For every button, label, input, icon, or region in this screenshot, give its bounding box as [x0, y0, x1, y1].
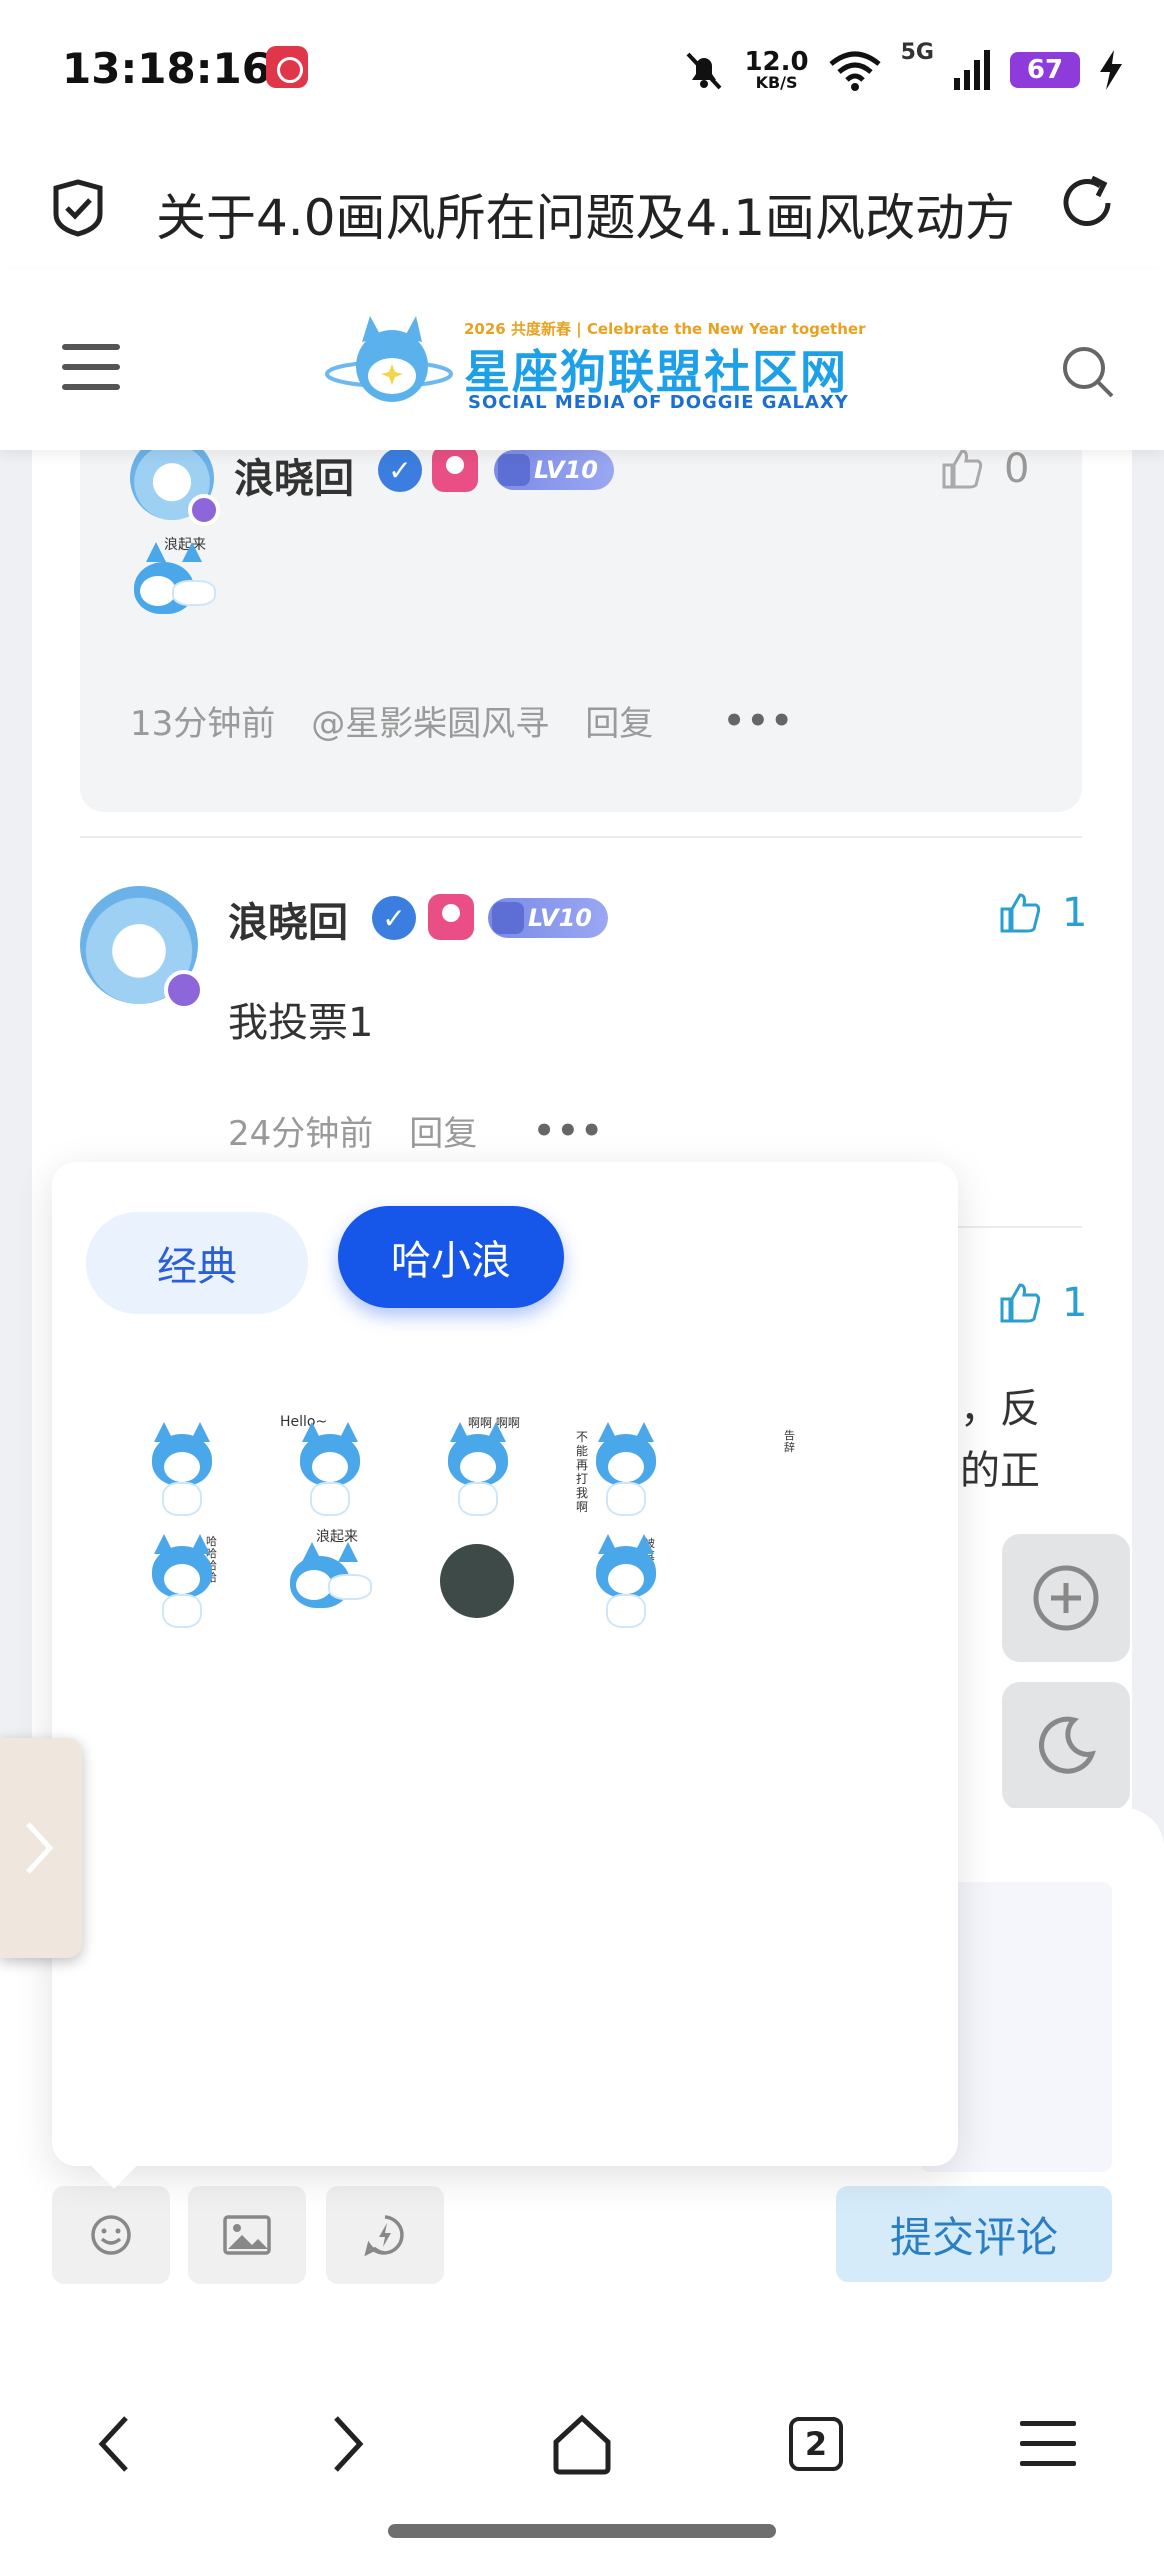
reply-more-button[interactable]: •••	[723, 701, 794, 741]
search-icon[interactable]	[1060, 344, 1116, 400]
home-icon	[553, 2414, 611, 2475]
comment-user-name[interactable]: 浪晓回	[228, 890, 348, 948]
status-bar: 13:18:16 12.0 KB/S 5G 67	[0, 0, 1164, 140]
flash-button[interactable]	[326, 2186, 444, 2284]
partial-comment-line-1: ，反	[960, 1386, 1040, 1432]
comment-reply-button[interactable]: 回复	[409, 1106, 477, 1155]
chevron-right-icon	[26, 1822, 54, 1874]
comment-time: 24分钟前	[228, 1114, 374, 1154]
comment-meta: 24分钟前 回复 •••	[228, 1106, 604, 1155]
reply-meta: 13分钟前 @星影柴圆风寻 回复 •••	[130, 696, 794, 745]
role-badge-icon	[432, 446, 478, 492]
sticker-laughing[interactable]: 哈哈哈哈	[132, 1532, 232, 1632]
add-float-button[interactable]	[1002, 1534, 1130, 1662]
tab-classic[interactable]: 经典	[86, 1212, 308, 1314]
comment-like-button[interactable]: 1	[998, 890, 1087, 936]
chevron-left-icon	[98, 2416, 128, 2472]
vip-gem-icon	[164, 970, 204, 1010]
vip-gem-icon	[188, 494, 220, 526]
tab-count: 2	[789, 2417, 843, 2471]
browser-bottom-nav: 2	[0, 2328, 1164, 2560]
emoji-icon	[91, 2215, 131, 2255]
sticker-shouting[interactable]: 啊啊 啊啊	[428, 1416, 528, 1520]
role-badge-icon	[428, 894, 474, 940]
reply-time: 13分钟前	[130, 704, 276, 744]
logo-mascot-icon	[325, 316, 453, 402]
site-logo[interactable]: 2026 共度新春 | Celebrate the New Year toget…	[324, 312, 865, 413]
side-drawer-tab[interactable]	[0, 1738, 82, 1958]
submit-comment-button[interactable]: 提交评论	[836, 2186, 1112, 2282]
divider	[80, 836, 1082, 838]
reload-icon[interactable]	[1056, 172, 1118, 234]
app-notification-icon	[266, 46, 308, 88]
emoji-button[interactable]	[52, 2186, 170, 2284]
level-badge: LV10	[488, 898, 608, 938]
plus-circle-icon	[1033, 1565, 1099, 1631]
thumbs-up-icon	[1000, 1283, 1041, 1323]
page-title[interactable]: 关于4.0画风所在问题及4.1画风改动方	[156, 178, 1056, 250]
sticker-small-text-caption: 告辞	[784, 1429, 795, 1454]
sticker-poisoned[interactable]: 被其中毒	[576, 1532, 676, 1632]
thumbs-up-icon	[1000, 893, 1041, 933]
signal-icon	[954, 50, 990, 90]
partial-comment-line-2: 的正	[960, 1448, 1040, 1494]
home-button[interactable]	[532, 2394, 632, 2494]
home-indicator[interactable]	[388, 2524, 776, 2538]
status-time: 13:18:16	[62, 44, 271, 93]
sticker-hello[interactable]: Hello~	[280, 1414, 380, 1520]
comment-more-button[interactable]: •••	[533, 1111, 604, 1151]
status-icons: 12.0 KB/S 5G 67	[682, 40, 1124, 100]
chevron-right-icon	[334, 2416, 364, 2472]
reply-like-button[interactable]: 0	[940, 446, 1029, 492]
avatar[interactable]	[80, 886, 204, 1010]
battery-icon: 67	[1010, 52, 1080, 88]
sticker-refuse[interactable]: 不能再打我啊	[576, 1420, 676, 1520]
tabs-button[interactable]: 2	[766, 2394, 866, 2494]
moon-icon	[1039, 1716, 1096, 1774]
sticker-refuse-caption: 不能再打我啊	[576, 1430, 589, 1514]
wifi-icon	[829, 51, 881, 91]
menu-icon[interactable]	[62, 342, 122, 392]
reply-reply-button[interactable]: 回复	[585, 696, 653, 745]
level-badge: LV10	[494, 450, 614, 490]
image-icon	[223, 2215, 271, 2255]
browser-menu-button[interactable]	[998, 2394, 1098, 2494]
image-button[interactable]	[188, 2186, 306, 2284]
sticker-crying[interactable]	[132, 1420, 232, 1520]
comment-like-count: 1	[1062, 890, 1088, 936]
emoji-panel: 经典 哈小浪 Hello~ 啊啊 啊啊 不能再打我啊 告辞 哈哈哈哈 浪起来 被…	[52, 1162, 958, 2166]
verified-icon: ✓	[372, 896, 416, 940]
sticker-lying[interactable]: 浪起来	[280, 1529, 380, 1632]
logo-subtitle: SOCIAL MEDIA OF DOGGIE GALAXY	[468, 392, 849, 413]
reply-user-name[interactable]: 浪晓回	[234, 446, 354, 504]
back-button[interactable]	[64, 2394, 164, 2494]
address-bar[interactable]: 关于4.0画风所在问题及4.1画风改动方	[0, 140, 1164, 270]
dark-mode-button[interactable]	[1002, 1682, 1130, 1810]
net-speed-unit: KB/S	[755, 73, 798, 92]
reply-mention[interactable]: @星影柴圆风寻	[311, 696, 549, 745]
shield-check-icon[interactable]	[48, 178, 108, 238]
forward-button[interactable]	[298, 2394, 398, 2494]
network-label: 5G	[900, 40, 934, 65]
flash-icon	[364, 2215, 404, 2257]
verified-icon: ✓	[378, 448, 422, 492]
reply-sticker: 浪起来	[124, 537, 224, 640]
sticker-small-text[interactable]: 告辞	[724, 1420, 824, 1520]
mute-bell-icon	[687, 52, 722, 90]
sticker-dark[interactable]	[428, 1532, 528, 1632]
reply-like-count: 0	[1004, 446, 1030, 492]
thumbs-up-icon	[942, 449, 983, 489]
charging-icon	[1100, 50, 1122, 90]
net-speed-value: 12.0	[744, 47, 809, 77]
partial-like-button[interactable]: 1	[998, 1280, 1087, 1326]
tab-haxiaolang[interactable]: 哈小浪	[338, 1206, 564, 1308]
menu-icon	[1020, 2421, 1076, 2466]
net-speed: 12.0 KB/S	[744, 49, 808, 91]
comment-text: 我投票1	[228, 1000, 374, 1046]
partial-like-count: 1	[1062, 1280, 1088, 1326]
site-header: 2026 共度新春 | Celebrate the New Year toget…	[0, 270, 1164, 450]
